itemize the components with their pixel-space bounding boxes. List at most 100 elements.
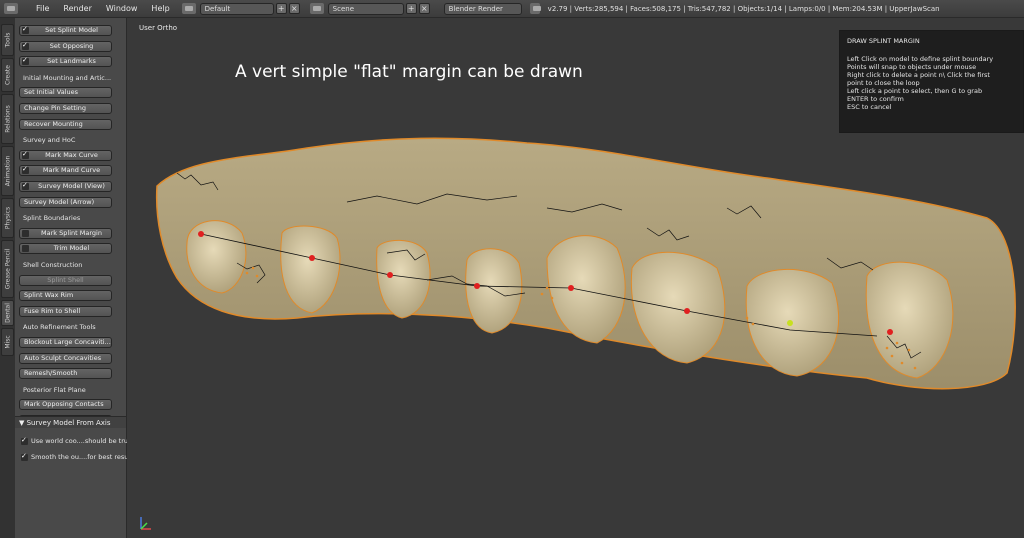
blender-logo-icon [529, 3, 541, 14]
splint-wax-rim-button[interactable]: Splint Wax Rim [19, 290, 112, 302]
top-header: File Render Window Help Default + × Scen… [0, 0, 1024, 18]
auto-sculpt-concavities-button[interactable]: Auto Sculpt Concavities [19, 352, 112, 364]
tab-relations[interactable]: Relations [1, 94, 14, 144]
axis-gizmo [140, 517, 151, 530]
menu-help[interactable]: Help [151, 4, 169, 13]
set-splint-model-button[interactable]: Set Splint Model [19, 25, 112, 36]
button-label: Set Opposing [49, 41, 94, 50]
tab-animation[interactable]: Animation [1, 146, 14, 196]
checkbox-icon[interactable] [22, 151, 29, 159]
collapse-triangle-icon[interactable]: ▼ [19, 419, 27, 427]
help-line: Points will snap to objects under mouse [847, 63, 977, 71]
delete-scene-button[interactable]: × [418, 3, 430, 14]
section-label-shell-construction: Shell Construction [23, 261, 83, 269]
help-line: Right click to delete a point n\ Click t… [847, 71, 990, 79]
section-label-splint-boundaries: Splint Boundaries [23, 214, 81, 223]
button-label: Mark Mand Curve [42, 166, 101, 175]
editor-type-icon[interactable] [4, 3, 18, 14]
survey-model-arrow-button[interactable]: Survey Model (Arrow) [19, 196, 112, 208]
screen-layout-icon[interactable] [181, 3, 196, 14]
change-pin-setting-button[interactable]: Change Pin Setting [19, 103, 112, 114]
option-label: Smooth the ou....for best results [31, 453, 137, 461]
menu-file[interactable]: File [36, 4, 49, 13]
scene-stats: v2.79 | Verts:285,594 | Faces:508,175 | … [547, 4, 940, 13]
margin-point-selected[interactable] [787, 320, 793, 326]
tab-label: Misc [4, 335, 11, 349]
margin-point[interactable] [198, 231, 204, 237]
button-label: Mark Max Curve [45, 150, 98, 159]
fuse-rim-to-shell-button[interactable]: Fuse Rim to Shell [19, 305, 112, 317]
survey-model-view-button[interactable]: Survey Model (View) [19, 181, 112, 192]
button-label: Survey Model (View) [38, 182, 105, 190]
tab-dental[interactable]: Dental [1, 300, 14, 326]
scene-field[interactable]: Scene [327, 2, 404, 15]
render-engine-select[interactable]: Blender Render [443, 2, 522, 15]
tool-shelf-tabs: Tools Create Relations Animation Physics Grea… [0, 18, 16, 538]
tab-create[interactable]: Create [1, 58, 14, 92]
screen-layout-field[interactable]: Default [199, 2, 274, 15]
tab-grease-pencil[interactable]: Grease Pencil [1, 240, 14, 298]
set-landmarks-button[interactable]: Set Landmarks [19, 56, 112, 68]
operator-panel-header[interactable]: ▼ Survey Model From Axis [15, 416, 126, 428]
scene-icon[interactable] [309, 3, 324, 14]
option-label: Use world coo....should be true. [31, 437, 135, 445]
tab-label: Grease Pencil [4, 248, 11, 290]
tab-physics[interactable]: Physics [1, 198, 14, 238]
mark-opposing-contacts-button[interactable]: Mark Opposing Contacts [19, 399, 112, 411]
checkbox-icon[interactable] [22, 245, 29, 253]
tab-label: Create [4, 65, 11, 85]
mark-splint-margin-button[interactable]: Mark Splint Margin [19, 227, 112, 239]
set-opposing-button[interactable]: Set Opposing [19, 40, 112, 52]
button-label: Set Splint Model [45, 26, 98, 34]
checkbox-icon[interactable] [22, 26, 29, 34]
blockout-large-concaviti-button[interactable]: Blockout Large Concaviti... [19, 337, 112, 348]
recover-mounting-button[interactable]: Recover Mounting [19, 118, 112, 130]
help-line: ENTER to confirm [847, 95, 904, 103]
margin-point[interactable] [887, 329, 893, 335]
3d-viewport[interactable]: User Ortho A vert simple "flat" margin c… [127, 18, 1024, 538]
mark-mand-curve-button[interactable]: Mark Mand Curve [19, 165, 112, 177]
menu-window[interactable]: Window [106, 4, 138, 13]
tab-label: Physics [4, 206, 11, 230]
checkbox-icon[interactable] [22, 42, 29, 50]
section-label-initial-mounting-and-artic: Initial Mounting and Artic... [23, 73, 112, 82]
remesh-smooth-button[interactable]: Remesh/Smooth [19, 368, 112, 380]
margin-point[interactable] [309, 255, 315, 261]
margin-point[interactable] [387, 272, 393, 278]
margin-point[interactable] [568, 285, 574, 291]
mark-max-curve-button[interactable]: Mark Max Curve [19, 149, 112, 161]
delete-layout-button[interactable]: × [288, 3, 300, 14]
help-line: Left Click on model to define splint bou… [847, 55, 994, 63]
checkbox-icon[interactable] [21, 452, 28, 461]
tab-label: Dental [4, 303, 11, 323]
checkbox-icon[interactable] [22, 229, 29, 237]
margin-point[interactable] [474, 283, 480, 289]
trim-model-button[interactable]: Trim Model [19, 243, 112, 255]
menu-render[interactable]: Render [63, 4, 91, 13]
checkbox-icon[interactable] [21, 436, 28, 445]
section-label-posterior-flat-plane: Posterior Flat Plane [23, 385, 86, 394]
checkbox-icon[interactable] [22, 182, 29, 190]
tab-label: Tools [4, 32, 11, 48]
button-label: Trim Model [53, 244, 90, 253]
annotation-caption: A vert simple "flat" margin can be drawn [235, 62, 583, 82]
add-layout-button[interactable]: + [275, 3, 287, 14]
set-initial-values-button[interactable]: Set Initial Values [19, 87, 112, 99]
tab-misc[interactable]: Misc [1, 328, 14, 356]
help-line: Left click a point to select, then G to … [847, 87, 983, 95]
tab-tools[interactable]: Tools [1, 24, 14, 56]
help-overlay: DRAW SPLINT MARGIN Left Click on model t… [839, 30, 1024, 133]
help-line: ESC to cancel [847, 103, 892, 111]
section-label-auto-refinement-tools: Auto Refinement Tools [23, 323, 96, 332]
button-label: Mark Splint Margin [41, 228, 102, 237]
checkbox-icon[interactable] [22, 166, 29, 175]
section-label-survey-and-hoc: Survey and HoC [23, 136, 76, 145]
checkbox-icon[interactable] [22, 57, 29, 66]
option-smooth-outline[interactable]: Smooth the ou....for best results [21, 452, 137, 461]
option-use-world-coords[interactable]: Use world coo....should be true. [21, 436, 135, 445]
add-scene-button[interactable]: + [405, 3, 417, 14]
button-label: Set Landmarks [47, 57, 96, 66]
splint-shell-button[interactable]: Splint Shell [19, 274, 112, 286]
help-line: point to close the loop [847, 79, 920, 87]
margin-point[interactable] [684, 308, 690, 314]
